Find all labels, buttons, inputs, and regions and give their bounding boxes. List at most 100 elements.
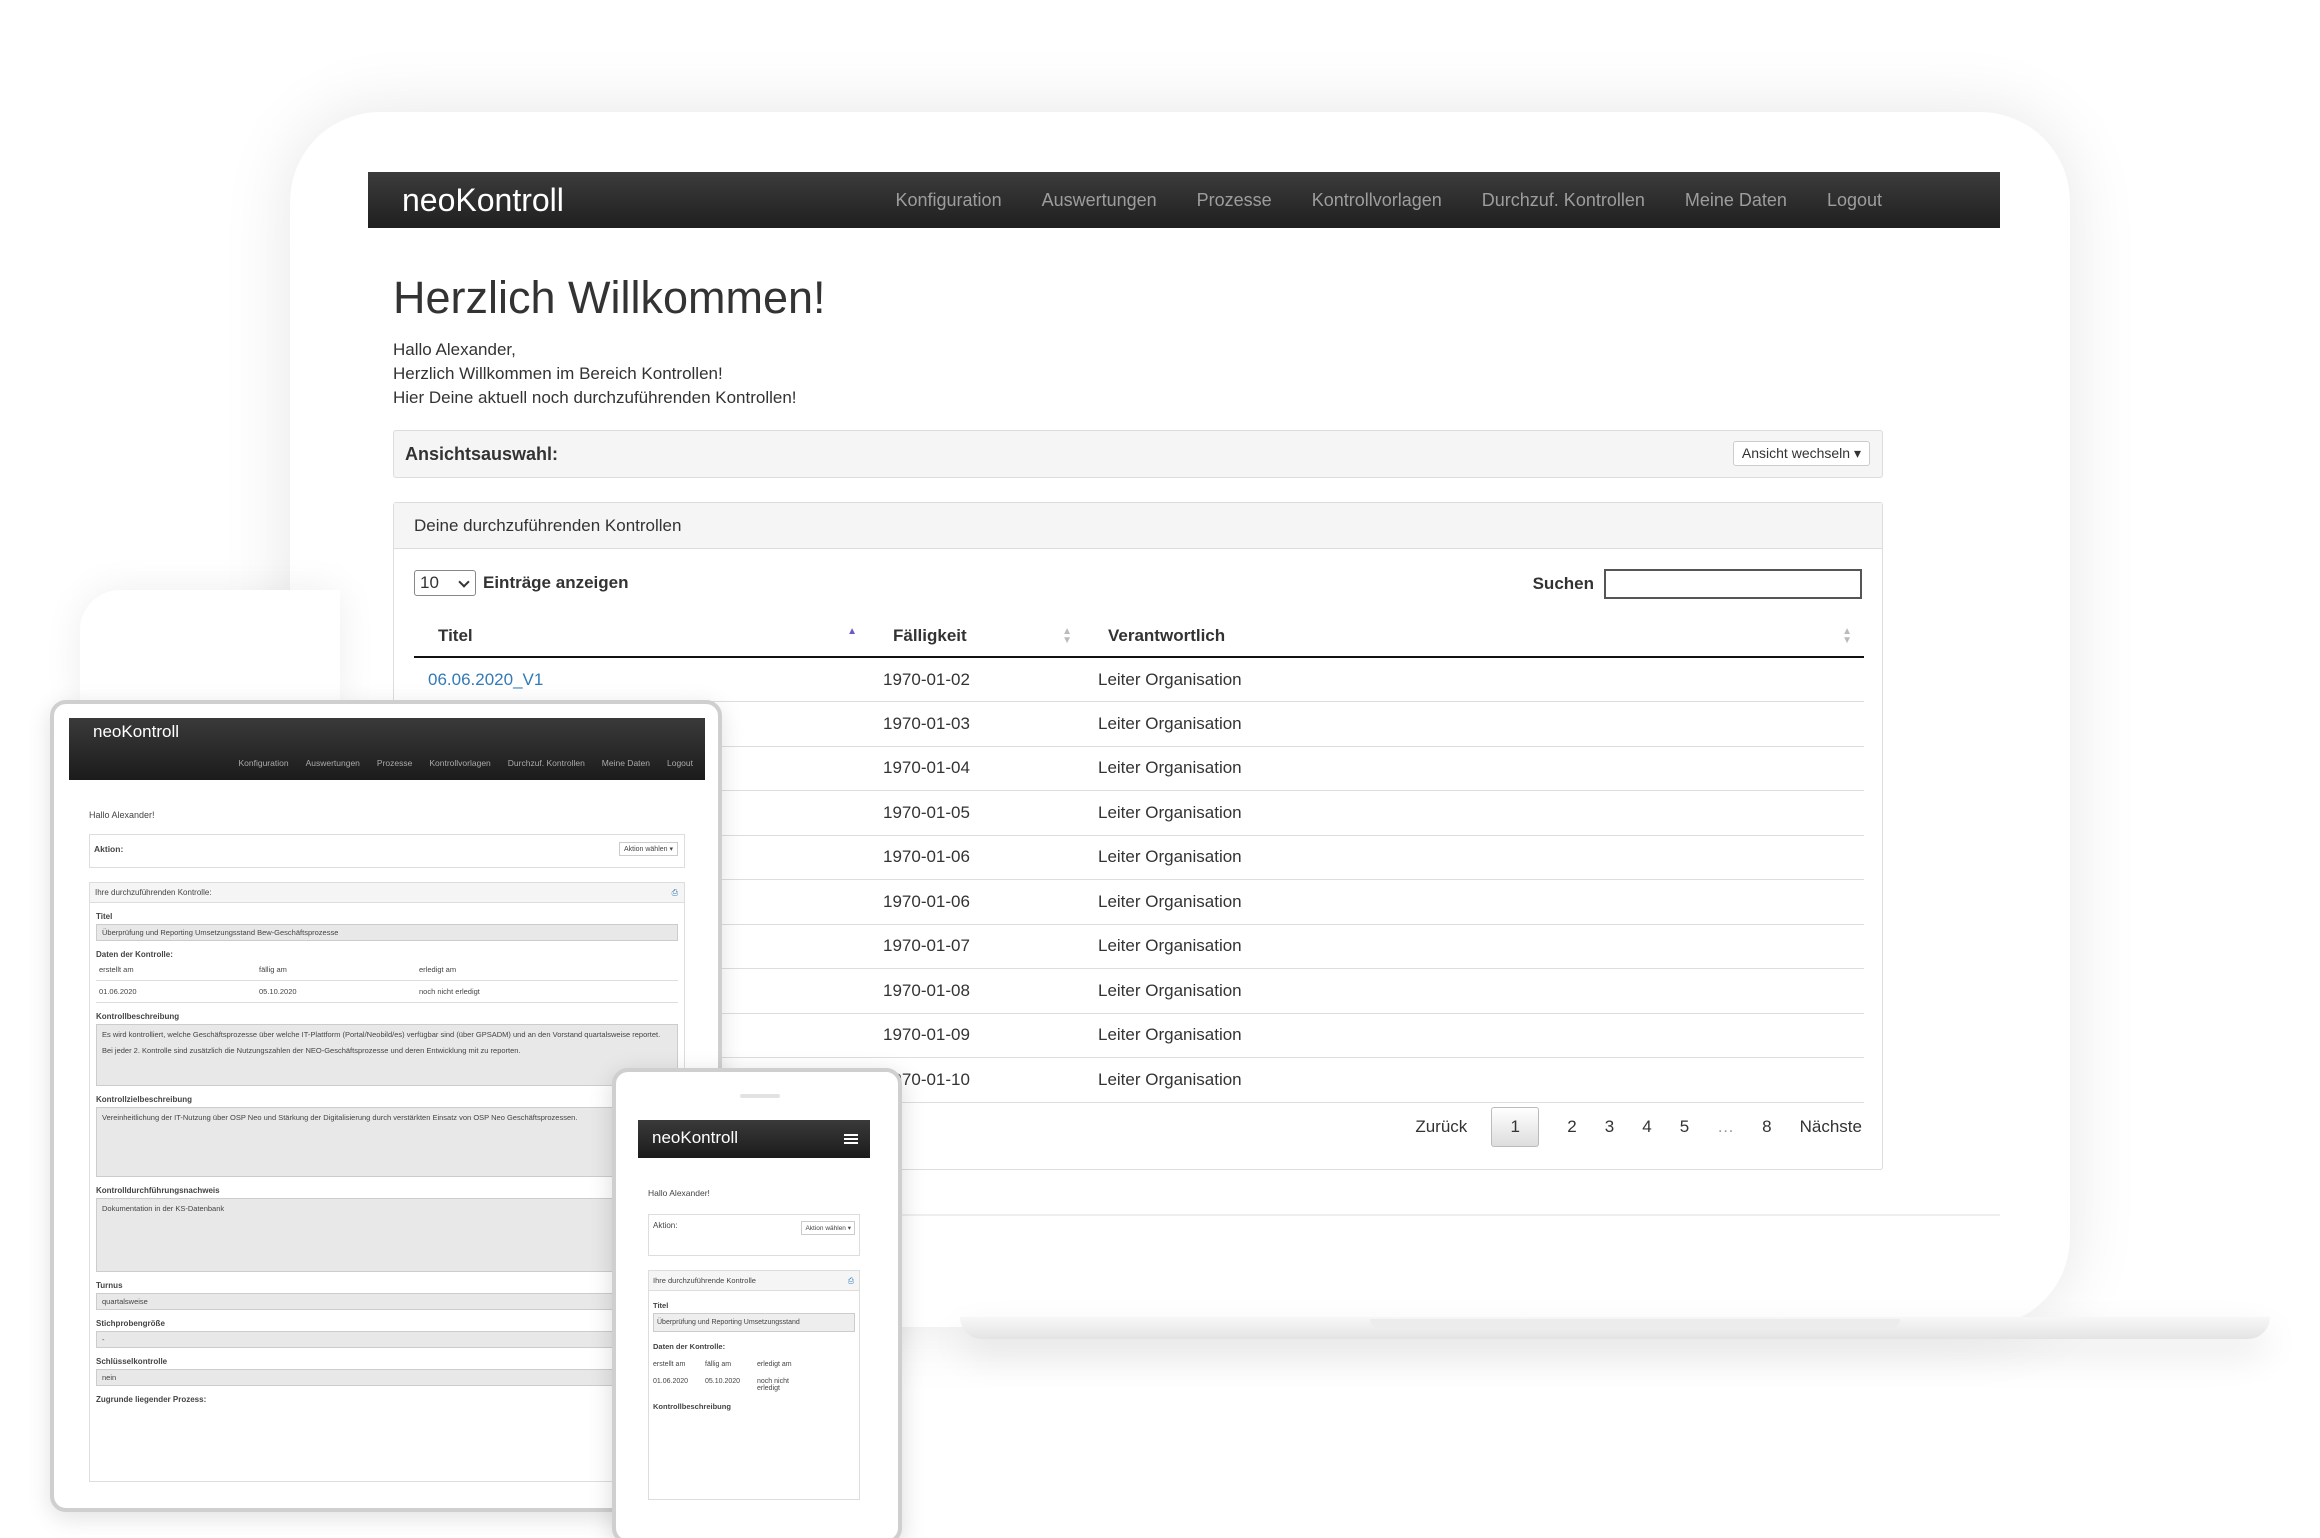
due-date: 1970-01-09 xyxy=(869,1013,1084,1058)
tablet-navbar: neoKontroll Konfiguration Auswertungen P… xyxy=(69,718,705,780)
due-date: 1970-01-03 xyxy=(869,701,1084,747)
tablet-sample-field: - xyxy=(96,1331,678,1348)
tablet-nav-item[interactable]: Meine Daten xyxy=(602,758,650,768)
control-title-link[interactable]: 06.06.2020_V1 xyxy=(428,670,543,689)
phone-data-header: erstellt am fällig am erledigt am xyxy=(653,1361,792,1368)
tablet-data-row: 01.06.2020 05.10.2020 noch nicht erledigt xyxy=(96,981,678,1003)
view-selection-panel: Ansichtsauswahl: Ansicht wechseln ▾ xyxy=(393,430,1883,478)
due-date: 1970-01-07 xyxy=(869,924,1084,969)
pagination-page[interactable]: 4 xyxy=(1642,1117,1651,1137)
tablet-nav-item[interactable]: Auswertungen xyxy=(306,758,360,768)
laptop-notch xyxy=(1370,1319,1900,1329)
hamburger-menu-icon[interactable] xyxy=(844,1134,858,1144)
sort-both-icon: ▲ ▼ xyxy=(1062,626,1072,646)
tablet-turnus-label: Turnus xyxy=(96,1281,123,1290)
table-header-row: Titel ▲ Fälligkeit ▲ ▼ Verantwortlich ▲ ▼ xyxy=(414,615,1864,658)
nav-menu: Konfiguration Auswertungen Prozesse Kont… xyxy=(856,172,1883,228)
column-header-faelligkeit[interactable]: Fälligkeit ▲ ▼ xyxy=(869,615,1084,658)
nav-logout[interactable]: Logout xyxy=(1827,190,1882,211)
page-length-control: 10 Einträge anzeigen xyxy=(414,570,628,596)
tablet-desc-field: Es wird kontrolliert, welche Geschäftspr… xyxy=(96,1024,678,1086)
nav-meine-daten[interactable]: Meine Daten xyxy=(1685,190,1787,211)
search-control: Suchen xyxy=(1533,569,1862,599)
tablet-action-button[interactable]: Aktion wählen ▾ xyxy=(618,842,678,856)
pagination-page[interactable]: 2 xyxy=(1567,1117,1576,1137)
phone-action-label: Aktion: xyxy=(653,1221,678,1230)
owner: Leiter Organisation xyxy=(1084,746,1864,791)
tablet-goal-label: Kontrollzielbeschreibung xyxy=(96,1095,193,1104)
owner: Leiter Organisation xyxy=(1084,835,1864,880)
pagination-current-page[interactable]: 1 xyxy=(1491,1107,1540,1147)
print-icon[interactable]: ⎙ xyxy=(672,883,678,903)
sort-both-icon: ▲ ▼ xyxy=(1842,626,1852,646)
tablet-data-label: Daten der Kontrolle: xyxy=(96,950,173,959)
tablet-greeting: Hallo Alexander! xyxy=(89,810,155,820)
page-length-label: Einträge anzeigen xyxy=(483,573,629,592)
pagination-last-page[interactable]: 8 xyxy=(1762,1117,1771,1137)
due-date: 1970-01-04 xyxy=(869,746,1084,791)
phone-content: Hallo Alexander! Aktion: Aktion wählen ▾… xyxy=(638,1188,870,1500)
tablet-proof-field: Dokumentation in der KS-Datenbank xyxy=(96,1198,678,1272)
tablet-data-header: erstellt am fällig am erledigt am xyxy=(96,959,678,981)
pagination-page[interactable]: 5 xyxy=(1680,1117,1689,1137)
phone-frame: neoKontroll Hallo Alexander! Aktion: Akt… xyxy=(612,1068,902,1538)
page-title: Herzlich Willkommen! xyxy=(393,272,826,323)
tablet-desc-label: Kontrollbeschreibung xyxy=(96,1012,180,1021)
tablet-nav-item[interactable]: Durchzuf. Kontrollen xyxy=(508,758,585,768)
tablet-turnus-field: quartalsweise xyxy=(96,1293,678,1310)
intro-line: Hier Deine aktuell noch durchzuführenden… xyxy=(393,388,797,407)
navbar: neoKontroll Konfiguration Auswertungen P… xyxy=(368,172,2000,228)
owner: Leiter Organisation xyxy=(1084,924,1864,969)
search-label: Suchen xyxy=(1532,574,1594,593)
pagination-page[interactable]: 3 xyxy=(1605,1117,1614,1137)
column-header-verantwortlich[interactable]: Verantwortlich ▲ ▼ xyxy=(1084,615,1864,658)
due-date: 1970-01-02 xyxy=(869,657,1084,702)
pagination-prev[interactable]: Zurück xyxy=(1415,1117,1467,1137)
pagination-ellipsis: … xyxy=(1717,1117,1735,1136)
device-mockup-stage: neoKontroll Konfiguration Auswertungen P… xyxy=(0,0,2320,1538)
tablet-sample-label: Stichprobengröße xyxy=(96,1319,165,1328)
tablet-nav-item[interactable]: Kontrollvorlagen xyxy=(429,758,490,768)
tablet-nav-item[interactable]: Prozesse xyxy=(377,758,412,768)
intro-line: Herzlich Willkommen im Bereich Kontrolle… xyxy=(393,364,723,383)
tablet-panel-title: Ihre durchzuführenden Kontrolle: ⎙ xyxy=(90,883,684,903)
owner: Leiter Organisation xyxy=(1084,657,1864,702)
nav-kontrollvorlagen[interactable]: Kontrollvorlagen xyxy=(1312,190,1442,211)
print-icon[interactable]: ⎙ xyxy=(848,1271,854,1291)
intro-text: Hallo Alexander, Herzlich Willkommen im … xyxy=(393,338,1883,410)
phone-brand-logo[interactable]: neoKontroll xyxy=(652,1128,738,1148)
tablet-nav-item[interactable]: Logout xyxy=(667,758,693,768)
search-input[interactable] xyxy=(1604,569,1862,599)
phone-navbar: neoKontroll xyxy=(638,1120,870,1158)
phone-title-field: Überprüfung und Reporting Umsetzungsstan… xyxy=(653,1313,855,1332)
phone-action-button[interactable]: Aktion wählen ▾ xyxy=(801,1221,855,1235)
phone-data-row: 01.06.2020 05.10.2020 noch nicht erledigt xyxy=(653,1378,789,1392)
brand-logo[interactable]: neoKontroll xyxy=(402,180,564,220)
tablet-goal-field: Vereinheitlichung der IT-Nutzung über OS… xyxy=(96,1107,678,1177)
tablet-key-label: Schlüsselkontrolle xyxy=(96,1357,168,1366)
owner: Leiter Organisation xyxy=(1084,1057,1864,1103)
tablet-key-field: nein xyxy=(96,1369,678,1386)
sort-asc-icon: ▲ xyxy=(847,626,857,637)
nav-konfiguration[interactable]: Konfiguration xyxy=(896,190,1002,211)
controls-panel-title: Deine durchzuführenden Kontrollen xyxy=(394,503,1882,549)
owner: Leiter Organisation xyxy=(1084,701,1864,747)
nav-prozesse[interactable]: Prozesse xyxy=(1197,190,1272,211)
tablet-title-field: Überprüfung und Reporting Umsetzungsstan… xyxy=(96,924,678,941)
tablet-nav-item[interactable]: Konfiguration xyxy=(238,758,288,768)
switch-view-button[interactable]: Ansicht wechseln ▾ xyxy=(1732,441,1870,466)
owner: Leiter Organisation xyxy=(1084,1013,1864,1058)
nav-auswertungen[interactable]: Auswertungen xyxy=(1042,190,1157,211)
phone-screen: neoKontroll Hallo Alexander! Aktion: Akt… xyxy=(638,1120,870,1538)
tablet-proof-label: Kontrolldurchführungsnachweis xyxy=(96,1186,220,1195)
pagination-next[interactable]: Nächste xyxy=(1800,1117,1862,1137)
tablet-brand-logo[interactable]: neoKontroll xyxy=(93,722,179,742)
owner: Leiter Organisation xyxy=(1084,879,1864,925)
column-header-titel[interactable]: Titel ▲ xyxy=(414,615,869,658)
tablet-title-label: Titel xyxy=(96,912,113,921)
owner: Leiter Organisation xyxy=(1084,968,1864,1014)
due-date: 1970-01-08 xyxy=(869,968,1084,1014)
tablet-screen: neoKontroll Konfiguration Auswertungen P… xyxy=(69,718,705,1498)
nav-durchzuf-kontrollen[interactable]: Durchzuf. Kontrollen xyxy=(1482,190,1645,211)
page-length-select[interactable]: 10 xyxy=(414,570,476,596)
